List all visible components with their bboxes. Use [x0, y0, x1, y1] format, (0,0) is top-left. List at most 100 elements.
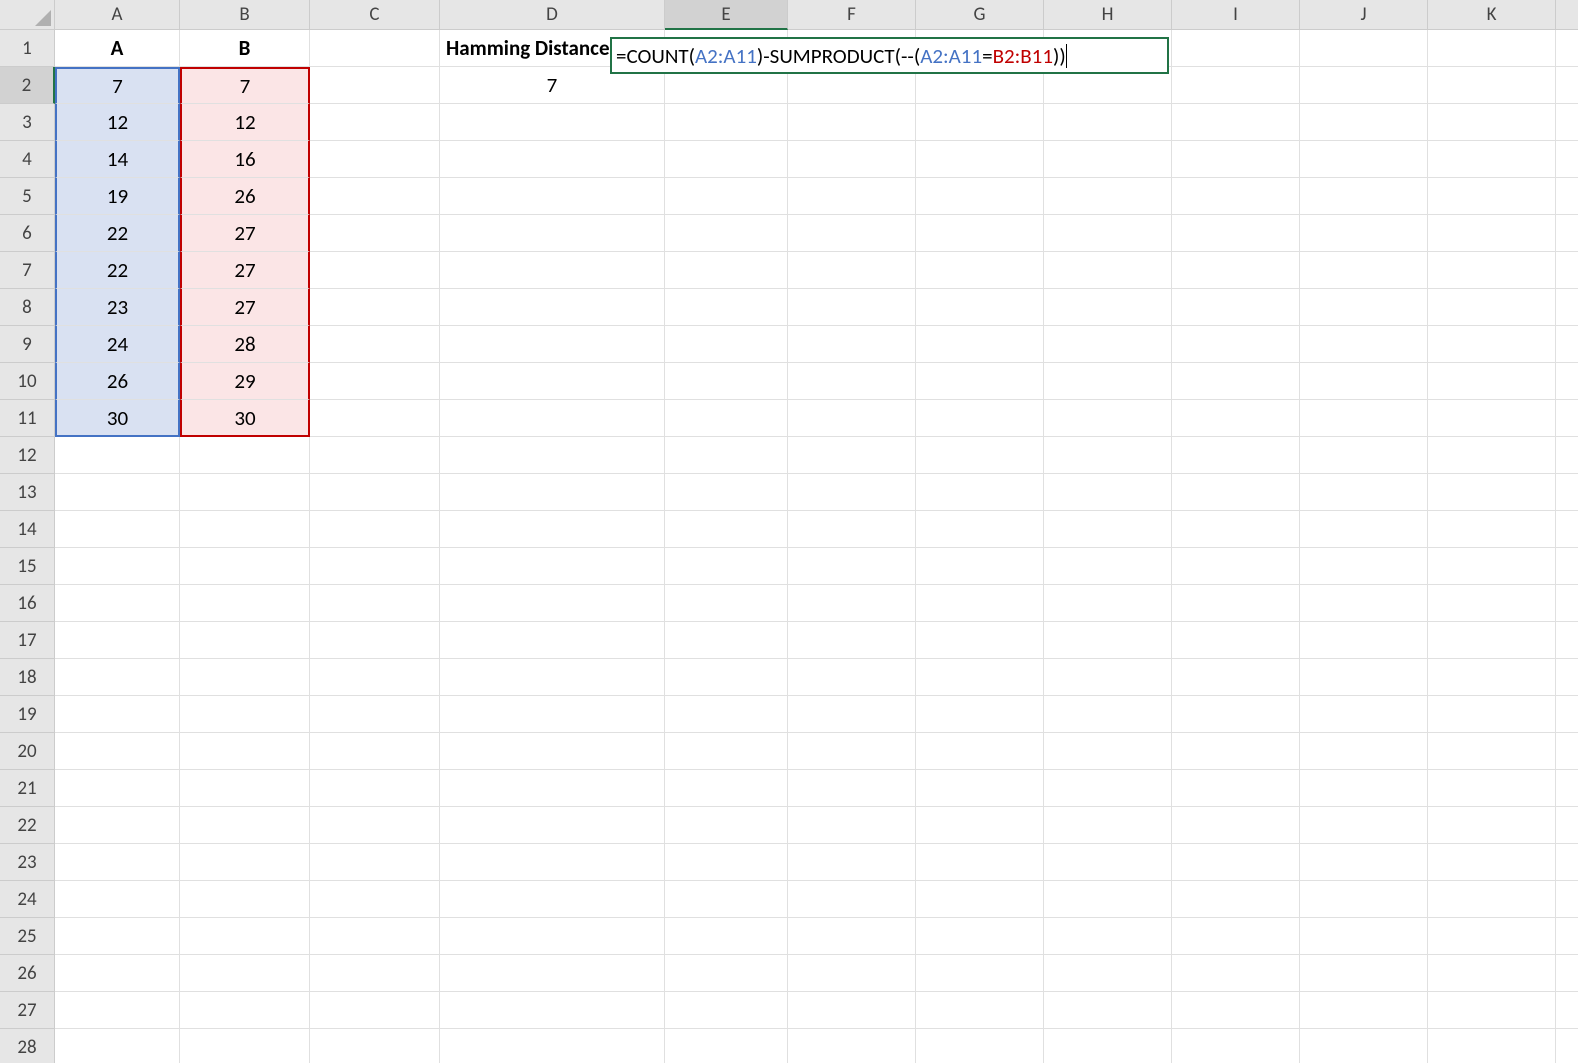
cell-A6[interactable]: 22 [55, 215, 180, 252]
cell-L13[interactable] [1556, 474, 1578, 511]
row-header-13[interactable]: 13 [0, 474, 55, 511]
cell-H28[interactable] [1044, 1029, 1172, 1063]
cell-C3[interactable] [310, 104, 440, 141]
cell-I3[interactable] [1172, 104, 1300, 141]
cell-D11[interactable] [440, 400, 665, 437]
cell-D20[interactable] [440, 733, 665, 770]
cell-A7[interactable]: 22 [55, 252, 180, 289]
cell-K12[interactable] [1428, 437, 1556, 474]
cell-E21[interactable] [665, 770, 788, 807]
spreadsheet[interactable]: ABCDEFGHIJKL 123456789101112131415161718… [0, 0, 1578, 1063]
cell-K4[interactable] [1428, 141, 1556, 178]
cell-J11[interactable] [1300, 400, 1428, 437]
cell-F8[interactable] [788, 289, 916, 326]
cell-E19[interactable] [665, 696, 788, 733]
column-header-L[interactable]: L [1556, 0, 1578, 30]
cell-K23[interactable] [1428, 844, 1556, 881]
cell-G6[interactable] [916, 215, 1044, 252]
cell-H11[interactable] [1044, 400, 1172, 437]
cell-J17[interactable] [1300, 622, 1428, 659]
cell-I5[interactable] [1172, 178, 1300, 215]
cell-D6[interactable] [440, 215, 665, 252]
cell-J5[interactable] [1300, 178, 1428, 215]
cell-J6[interactable] [1300, 215, 1428, 252]
cell-K22[interactable] [1428, 807, 1556, 844]
cell-J20[interactable] [1300, 733, 1428, 770]
cell-K18[interactable] [1428, 659, 1556, 696]
cell-K15[interactable] [1428, 548, 1556, 585]
cell-I8[interactable] [1172, 289, 1300, 326]
cell-F4[interactable] [788, 141, 916, 178]
cell-K21[interactable] [1428, 770, 1556, 807]
cell-H18[interactable] [1044, 659, 1172, 696]
cell-I18[interactable] [1172, 659, 1300, 696]
cell-E14[interactable] [665, 511, 788, 548]
cell-H15[interactable] [1044, 548, 1172, 585]
cell-I1[interactable] [1172, 30, 1300, 67]
cell-D7[interactable] [440, 252, 665, 289]
column-header-G[interactable]: G [916, 0, 1044, 30]
cell-L10[interactable] [1556, 363, 1578, 400]
row-header-23[interactable]: 23 [0, 844, 55, 881]
cell-F24[interactable] [788, 881, 916, 918]
cell-B24[interactable] [180, 881, 310, 918]
cell-I22[interactable] [1172, 807, 1300, 844]
cell-B3[interactable]: 12 [180, 104, 310, 141]
column-header-K[interactable]: K [1428, 0, 1556, 30]
cell-K27[interactable] [1428, 992, 1556, 1029]
cell-B20[interactable] [180, 733, 310, 770]
cell-C28[interactable] [310, 1029, 440, 1063]
cell-A25[interactable] [55, 918, 180, 955]
cell-G26[interactable] [916, 955, 1044, 992]
cell-C14[interactable] [310, 511, 440, 548]
cell-A8[interactable]: 23 [55, 289, 180, 326]
cell-H27[interactable] [1044, 992, 1172, 1029]
cell-H10[interactable] [1044, 363, 1172, 400]
row-header-9[interactable]: 9 [0, 326, 55, 363]
row-header-5[interactable]: 5 [0, 178, 55, 215]
cell-D12[interactable] [440, 437, 665, 474]
cell-J1[interactable] [1300, 30, 1428, 67]
cell-G15[interactable] [916, 548, 1044, 585]
cell-I19[interactable] [1172, 696, 1300, 733]
cell-G22[interactable] [916, 807, 1044, 844]
cell-H4[interactable] [1044, 141, 1172, 178]
cell-I26[interactable] [1172, 955, 1300, 992]
cell-E8[interactable] [665, 289, 788, 326]
cell-C2[interactable] [310, 67, 440, 104]
cell-G5[interactable] [916, 178, 1044, 215]
cell-I14[interactable] [1172, 511, 1300, 548]
cell-F17[interactable] [788, 622, 916, 659]
cell-L15[interactable] [1556, 548, 1578, 585]
cell-E20[interactable] [665, 733, 788, 770]
cell-D26[interactable] [440, 955, 665, 992]
cell-H19[interactable] [1044, 696, 1172, 733]
cell-C23[interactable] [310, 844, 440, 881]
cell-J26[interactable] [1300, 955, 1428, 992]
cell-A10[interactable]: 26 [55, 363, 180, 400]
cell-K14[interactable] [1428, 511, 1556, 548]
cell-A14[interactable] [55, 511, 180, 548]
cell-H21[interactable] [1044, 770, 1172, 807]
row-header-20[interactable]: 20 [0, 733, 55, 770]
cell-K3[interactable] [1428, 104, 1556, 141]
row-header-1[interactable]: 1 [0, 30, 55, 67]
cell-J10[interactable] [1300, 363, 1428, 400]
cell-B1[interactable]: B [180, 30, 310, 67]
cell-F9[interactable] [788, 326, 916, 363]
cell-I21[interactable] [1172, 770, 1300, 807]
cell-C8[interactable] [310, 289, 440, 326]
row-header-26[interactable]: 26 [0, 955, 55, 992]
formula-edit-overlay[interactable]: =COUNT(A2:A11)-SUMPRODUCT(--(A2:A11 = B2… [610, 37, 1169, 74]
cell-E11[interactable] [665, 400, 788, 437]
row-header-19[interactable]: 19 [0, 696, 55, 733]
cell-D5[interactable] [440, 178, 665, 215]
cell-D17[interactable] [440, 622, 665, 659]
cell-B7[interactable]: 27 [180, 252, 310, 289]
cell-K7[interactable] [1428, 252, 1556, 289]
cell-C26[interactable] [310, 955, 440, 992]
cell-F14[interactable] [788, 511, 916, 548]
cell-H3[interactable] [1044, 104, 1172, 141]
cell-G7[interactable] [916, 252, 1044, 289]
cell-G24[interactable] [916, 881, 1044, 918]
